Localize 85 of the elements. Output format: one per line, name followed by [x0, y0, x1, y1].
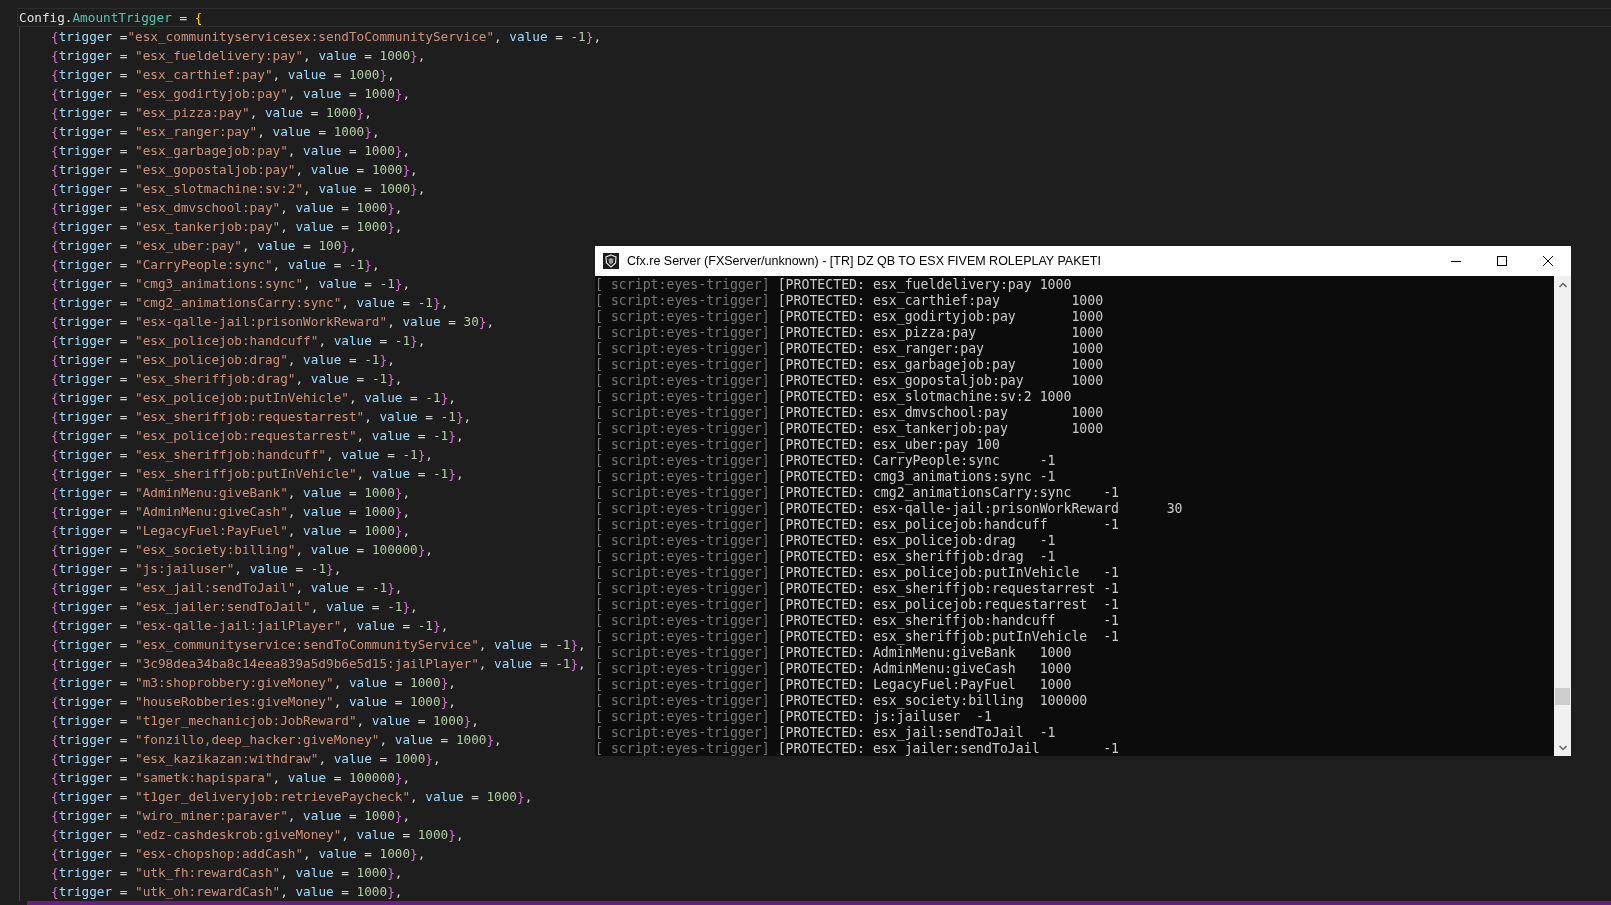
console-line: [ script:eyes-trigger] [PROTECTED: cmg2_animationsCarry:sync -1: [595, 485, 1121, 501]
code-line: {trigger = "houseRobberies:giveMoney", value = 1000},: [51, 693, 456, 711]
code-line: {trigger = "esx-chopshop:addCash", value = 1000},: [51, 845, 426, 863]
code-line: {trigger = "utk_fh:rewardCash", value = 1000},: [51, 864, 403, 882]
console-line: [ script:eyes-trigger] [PROTECTED: esx_policejob:handcuff -1: [595, 517, 1121, 533]
maximize-icon: [1497, 256, 1507, 266]
code-line: {trigger = "esx-qalle-jail:jailPlayer", value = -1},: [51, 617, 449, 635]
code-line: {trigger = "AdminMenu:giveCash", value = 1000},: [51, 503, 411, 521]
console-line: [ script:eyes-trigger] [PROTECTED: esx_sheriffjob:putInVehicle -1: [595, 629, 1121, 645]
code-line: {trigger = "esx_policejob:drag", value = -1},: [51, 351, 395, 369]
code-line: {trigger = "CarryPeople:sync", value = -1},: [51, 256, 380, 274]
console-line: [ script:eyes-trigger] [PROTECTED: esx_society:billing 100000: [595, 693, 1089, 709]
code-line: {trigger = "m3:shoprobbery:giveMoney", value = 1000},: [51, 674, 456, 692]
chevron-down-icon: [1558, 744, 1567, 751]
code-line: {trigger = "edz-cashdeskrob:giveMoney", value = 1000},: [51, 826, 464, 844]
console-line: [ script:eyes-trigger] [PROTECTED: esx_uber:pay 100: [595, 437, 1001, 453]
code-line: {trigger = "t1ger_mechanicjob:JobReward", value = 1000},: [51, 712, 479, 730]
console-line: [ script:eyes-trigger] [PROTECTED: esx_pizza:pay 1000: [595, 325, 1105, 341]
chevron-up-icon: [1558, 281, 1567, 288]
console-line: [ script:eyes-trigger] [PROTECTED: esx_dmvschool:pay 1000: [595, 405, 1105, 421]
code-line: {trigger = "esx_kazikazan:withdraw", value = 1000},: [51, 750, 441, 768]
console-line: [ script:eyes-trigger] [PROTECTED: cmg3_animations:sync -1: [595, 469, 1057, 485]
code-line: {trigger = "wiro_miner:paraver", value = 1000},: [51, 807, 411, 825]
code-line: {trigger = "cmg2_animationsCarry:sync", value = -1},: [51, 294, 449, 312]
server-logo-icon: [603, 253, 619, 269]
scrollbar-thumb[interactable]: [1555, 688, 1570, 705]
code-line: Config.AmountTrigger = {: [17, 8, 1611, 27]
code-line: {trigger = "LegacyFuel:PayFuel", value = 1000},: [51, 522, 411, 540]
code-line: {trigger = "esx_sheriffjob:putInVehicle", value = -1},: [51, 465, 464, 483]
code-line: {trigger = "esx-qalle-jail:prisonWorkReward", value = 30},: [51, 313, 495, 331]
console-line: [ script:eyes-trigger] [PROTECTED: esx_sheriffjob:drag -1: [595, 549, 1057, 565]
code-line: {trigger = "esx_garbagejob:pay", value = 1000},: [51, 142, 411, 160]
console-line: [ script:eyes-trigger] [PROTECTED: esx_godirtyjob:pay 1000: [595, 309, 1105, 325]
code-line: {trigger = "esx_jail:sendToJail", value = -1},: [51, 579, 403, 597]
code-line: {trigger = "AdminMenu:giveBank", value = 1000},: [51, 484, 411, 502]
console-line: [ script:eyes-trigger] [PROTECTED: esx_jailer:sendToJail -1: [595, 741, 1121, 756]
code-line: {trigger = "esx_sheriffjob:requestarrest", value = -1},: [51, 408, 472, 426]
code-line: {trigger = "fonzillo,deep_hacker:giveMoney", value = 1000},: [51, 731, 502, 749]
code-line: {trigger = "utk_oh:rewardCash", value = 1000},: [51, 883, 403, 901]
code-line: {trigger = "esx_godirtyjob:pay", value = 1000},: [51, 85, 411, 103]
console-line: [ script:eyes-trigger] [PROTECTED: esx-qalle-jail:prisonWorkReward 30: [595, 501, 1184, 517]
console-line: [ script:eyes-trigger] [PROTECTED: esx_sheriffjob:handcuff -1: [595, 613, 1121, 629]
console-line: [ script:eyes-trigger] [PROTECTED: esx_garbagejob:pay 1000: [595, 357, 1105, 373]
console-line: [ script:eyes-trigger] [PROTECTED: esx_slotmachine:sv:2 1000: [595, 389, 1073, 405]
console-line: [ script:eyes-trigger] [PROTECTED: esx_tankerjob:pay 1000: [595, 421, 1105, 437]
console-line: [ script:eyes-trigger] [PROTECTED: esx_ranger:pay 1000: [595, 341, 1105, 357]
code-line: {trigger = "esx_fueldelivery:pay", value = 1000},: [51, 47, 426, 65]
console-line: [ script:eyes-trigger] [PROTECTED: esx_gopostaljob:pay 1000: [595, 373, 1105, 389]
code-line: {trigger ="esx_communityservicesex:sendToCommunityService", value = -1},: [51, 28, 602, 46]
code-line: {trigger = "esx_tankerjob:pay", value = 1000},: [51, 218, 403, 236]
code-line: {trigger = "3c98dea34ba8c14eea839a5d9b6e5d15:jailPlayer", value = -1},: [51, 655, 586, 673]
code-line: {trigger = "esx_carthief:pay", value = 1000},: [51, 66, 395, 84]
console-line: [ script:eyes-trigger] [PROTECTED: esx_jail:sendToJail -1: [595, 725, 1057, 741]
code-line: {trigger = "esx_slotmachine:sv:2", value = 1000},: [51, 180, 426, 198]
code-line: {trigger = "esx_jailer:sendToJail", value = -1},: [51, 598, 418, 616]
console-line: [ script:eyes-trigger] [PROTECTED: esx_policejob:drag -1: [595, 533, 1057, 549]
code-line: {trigger = "cmg3_animations:sync", value = -1},: [51, 275, 411, 293]
window-title: Cfx.re Server (FXServer/unknown) - [TR] DZ QB TO ESX FIVEM ROLEPLAY PAKETI: [627, 254, 1102, 268]
console-line: [ script:eyes-trigger] [PROTECTED: esx_policejob:putInVehicle -1: [595, 565, 1121, 581]
console-line: [ script:eyes-trigger] [PROTECTED: LegacyFuel:PayFuel 1000: [595, 677, 1073, 693]
code-line: {trigger = "esx_society:billing", value = 100000},: [51, 541, 433, 559]
code-line: {trigger = "esx_sheriffjob:drag", value = -1},: [51, 370, 403, 388]
console-line: [ script:eyes-trigger] [PROTECTED: AdminMenu:giveCash 1000: [595, 661, 1073, 677]
code-line: {trigger = "t1ger_deliveryjob:retrievePaycheck", value = 1000},: [51, 788, 533, 806]
console-line: [ script:eyes-trigger] [PROTECTED: js:jailuser -1: [595, 709, 993, 725]
console-line: [ script:eyes-trigger] [PROTECTED: CarryPeople:sync -1: [595, 453, 1057, 469]
console-line: [ script:eyes-trigger] [PROTECTED: esx_policejob:requestarrest -1: [595, 597, 1121, 613]
code-line: {trigger = "esx_sheriffjob:handcuff", value = -1},: [51, 446, 433, 464]
code-line: {trigger = "sametk:hapispara", value = 100000},: [51, 769, 411, 787]
scrollbar[interactable]: [1554, 276, 1571, 756]
close-icon: [1543, 256, 1553, 266]
code-line: {trigger = "esx_gopostaljob:pay", value = 1000},: [51, 161, 418, 179]
code-line: {trigger = "esx_policejob:putInVehicle", value = -1},: [51, 389, 456, 407]
console-line: [ script:eyes-trigger] [PROTECTED: esx_carthief:pay 1000: [595, 293, 1105, 309]
code-line: {trigger = "js:jailuser", value = -1},: [51, 560, 342, 578]
code-line: {trigger = "esx_communityservice:sendToCommunityService", value = -1},: [51, 636, 586, 654]
console-line: [ script:eyes-trigger] [PROTECTED: esx_sheriffjob:requestarrest -1: [595, 581, 1121, 597]
code-line: {trigger = "esx_dmvschool:pay", value = 1000},: [51, 199, 403, 217]
code-line: {trigger = "esx_policejob:handcuff", value = -1},: [51, 332, 426, 350]
console-line: [ script:eyes-trigger] [PROTECTED: AdminMenu:giveBank 1000: [595, 645, 1073, 661]
console-line: [ script:eyes-trigger] [PROTECTED: esx_fueldelivery:pay 1000: [595, 277, 1073, 293]
code-line: {trigger = "esx_policejob:requestarrest", value = -1},: [51, 427, 464, 445]
code-line: {trigger = "esx_pizza:pay", value = 1000},: [51, 104, 372, 122]
code-line: {trigger = "esx_uber:pay", value = 100},: [51, 237, 357, 255]
code-line: {trigger = "esx_ranger:pay", value = 1000},: [51, 123, 380, 141]
